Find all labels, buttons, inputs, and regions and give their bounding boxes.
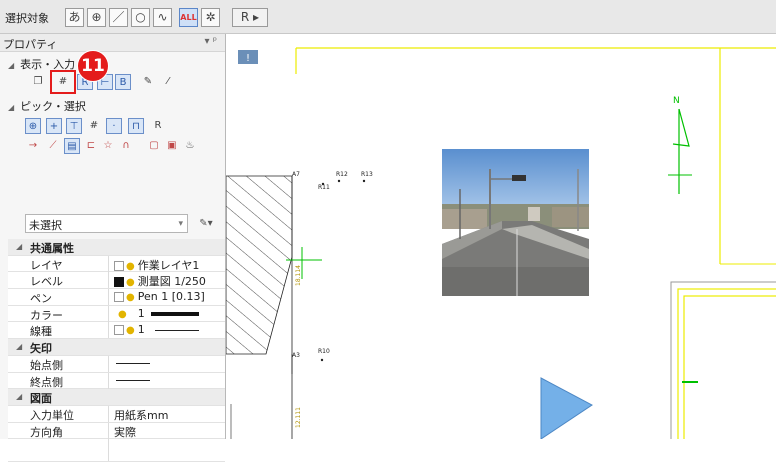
settings-button[interactable]: ✲ [201,8,220,27]
bulb-icon: ● [126,260,135,272]
selection-dropdown[interactable]: 未選択 ▾ [25,214,188,233]
snap-star-icon[interactable]: ☆ [100,138,116,154]
bulb-icon: ● [126,292,135,304]
collapse-icon: ◢ [8,61,15,70]
label-r10: R10 [318,348,330,355]
checkbox-icon [114,292,124,303]
layer-icon[interactable]: ❐ [30,74,46,90]
property-grid: ◢ 共通属性 レイヤ ● 作業レイヤ1 レベル ● 測量図 1/250 ペン ● Pen 1 … [8,239,225,462]
dropper-icon[interactable]: ⁄ [160,74,176,90]
label-r13: R13 [361,171,373,178]
prop-row-end-arrow[interactable]: 終点側 [8,372,225,390]
grid-button-highlight [50,70,76,94]
checkbox-icon [114,325,124,336]
toolbar-label: 選択対象 [5,12,49,25]
snap-pot-icon[interactable]: ♨ [182,138,198,154]
pick-grid-icon[interactable]: # [86,118,102,134]
line-filter-button[interactable]: ／ [109,8,128,27]
arrow-preview [116,380,150,381]
step-badge: 11 [77,50,109,82]
svg-text:!: ! [246,53,250,64]
pick-r-icon[interactable]: R [150,118,166,134]
prop-row-level[interactable]: レベル ● 測量図 1/250 [8,272,225,290]
category-arrow[interactable]: ◢ 矢印 [8,339,225,356]
snap-corner-icon[interactable]: ⊏ [83,138,99,154]
bx-icon[interactable]: B [115,74,131,90]
text-filter-button[interactable]: あ [65,8,84,27]
bulb-icon: ● [126,277,135,289]
site-photo [442,149,589,296]
quick-select-icon[interactable]: ✎▾ [192,214,220,233]
bulb-icon: ● [118,308,127,320]
snap-line-icon[interactable]: → [25,138,41,154]
snap-box-icon[interactable]: ▢ [146,138,162,154]
snap-rect-icon[interactable]: ▤ [64,138,80,154]
label-a3: A3 [292,352,300,359]
checkbox-icon [114,260,124,271]
property-panel: プロパティ ▾ ᵖ ◢ 表示・入力 ❐ # R ⊢ B ✎ ⁄ ◢ ピック・選択 ⊕… [0,34,226,462]
prop-row-input-unit[interactable]: 入力単位 用紙系mm [8,405,225,423]
snap-curve-icon[interactable]: ∩ [118,138,134,154]
bulb-icon: ● [126,325,135,337]
collapse-icon: ◢ [8,103,15,112]
pick-mid-icon[interactable]: ⊤ [66,118,82,134]
panel-title: プロパティ [3,38,58,51]
site-photo-image [442,149,589,296]
prop-row-linetype[interactable]: 線種 ● 1 [8,322,225,340]
prop-row-start-arrow[interactable]: 始点側 [8,355,225,373]
pick-perp-icon[interactable]: · [106,118,122,134]
label-dim1: 18.114 [295,265,302,286]
prop-row-pen[interactable]: ペン ● Pen 1 [0.13] [8,289,225,306]
pen-icon[interactable]: ✎ [140,74,156,90]
snap-angle-icon[interactable]: ⟋ [45,138,61,154]
group-pick-select[interactable]: ◢ ピック・選択 [8,98,86,114]
category-common[interactable]: ◢ 共通属性 [8,239,225,256]
prop-row-empty [8,439,225,462]
prop-row-color[interactable]: カラー ● 1 [8,305,225,323]
circle-filter-button[interactable]: ○ [131,8,150,27]
pick-end-icon[interactable]: ⊓ [128,118,144,134]
r-toggle-button[interactable]: R ▸ [232,8,268,27]
category-drawing[interactable]: ◢ 図面 [8,389,225,406]
pick-point-icon[interactable]: ⊕ [25,118,41,134]
point-filter-button[interactable]: ⊕ [87,8,106,27]
chevron-down-icon: ▾ [178,219,183,229]
pin-icon[interactable]: ▾ ᵖ [205,36,217,47]
snap-boxfill-icon[interactable]: ▣ [164,138,180,154]
panel-titlebar: プロパティ ▾ ᵖ [0,34,225,52]
selection-value: 未選択 [29,219,62,232]
label-r12: R12 [336,171,348,178]
pick-intersect-icon[interactable]: + [46,118,62,134]
prop-row-direction[interactable]: 方向角 実際 [8,422,225,440]
label-north: N [673,96,680,106]
color-swatch [150,311,199,316]
checkbox-icon [114,277,124,288]
arrow-preview [116,363,150,365]
label-r11: R11 [318,184,330,191]
selection-toolbar: 選択対象 あ ⊕ ／ ○ ∿ ALL ✲ R ▸ [0,0,776,34]
curve-filter-button[interactable]: ∿ [153,8,172,27]
linetype-preview [154,329,199,331]
prop-row-layer[interactable]: レイヤ ● 作業レイヤ1 [8,255,225,273]
all-filter-button[interactable]: ALL [179,8,198,27]
label-dim2: 12.111 [295,407,302,428]
label-a7: A7 [292,171,300,178]
